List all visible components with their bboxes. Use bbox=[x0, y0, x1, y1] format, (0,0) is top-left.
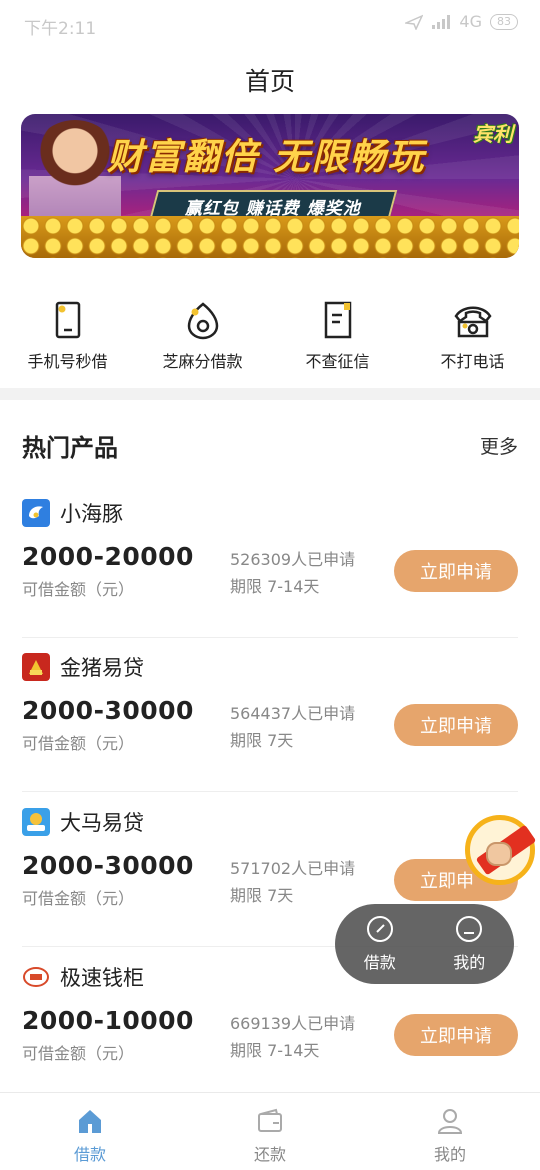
horse-logo-icon bbox=[22, 808, 50, 836]
tab-label: 我的 bbox=[433, 1145, 466, 1164]
loan-term: 期限 7-14天 bbox=[230, 1041, 320, 1060]
person-icon bbox=[437, 1109, 463, 1134]
dolphin-logo-icon bbox=[22, 499, 50, 527]
sesame-icon bbox=[187, 302, 218, 340]
banner-logo: 宾利 bbox=[473, 122, 513, 146]
amount-label: 可借金额（元） bbox=[22, 1044, 135, 1063]
product-name: 大马易贷 bbox=[60, 811, 144, 835]
quick-item-sesame-loan[interactable]: 芝麻分借款 bbox=[135, 300, 270, 380]
floating-promo-badge[interactable] bbox=[465, 815, 537, 885]
apply-button[interactable]: 立即申请 bbox=[394, 1014, 518, 1056]
quick-label: 不打电话 bbox=[440, 352, 505, 371]
more-link[interactable]: 更多 bbox=[480, 432, 518, 459]
product-card[interactable]: 小海豚 2000-20000 可借金额（元） 526309人已申请 期限 7-1… bbox=[22, 498, 518, 638]
section-title: 热门产品 bbox=[22, 434, 118, 462]
floating-menu-mine[interactable]: 我的 bbox=[453, 915, 485, 973]
floating-menu: 借款 我的 bbox=[335, 904, 514, 984]
product-amount: 2000-30000 bbox=[22, 851, 194, 880]
product-amount: 2000-30000 bbox=[22, 696, 194, 725]
battery-indicator: 83 bbox=[490, 13, 518, 30]
product-amount: 2000-20000 bbox=[22, 542, 194, 571]
banner-headline: 财富翻倍 无限畅玩 bbox=[107, 137, 426, 178]
amount-label: 可借金额（元） bbox=[22, 580, 135, 599]
status-indicators: 4G 83 bbox=[405, 12, 518, 31]
quick-label: 不查征信 bbox=[305, 352, 370, 371]
money-cabinet-logo-icon bbox=[22, 963, 50, 991]
product-name: 极速钱柜 bbox=[60, 966, 144, 990]
hot-products-header: 热门产品 更多 bbox=[22, 428, 518, 463]
floating-menu-loan[interactable]: 借款 bbox=[364, 915, 396, 973]
tab-mine[interactable]: 我的 bbox=[360, 1093, 540, 1170]
amount-label: 可借金额（元） bbox=[22, 889, 135, 908]
banner-ribbon-text: 赢红包 赚话费 爆奖池 bbox=[185, 198, 361, 219]
product-card[interactable]: 金猪易贷 2000-30000 可借金额（元） 564437人已申请 期限 7天… bbox=[22, 652, 518, 792]
tab-label: 借款 bbox=[73, 1145, 106, 1164]
divider bbox=[22, 637, 518, 638]
divider bbox=[22, 791, 518, 792]
product-name-row: 极速钱柜 bbox=[22, 962, 144, 992]
user-circle-icon bbox=[456, 916, 483, 942]
signal-icon bbox=[432, 14, 451, 29]
floating-menu-label: 我的 bbox=[453, 953, 486, 972]
quick-nav: 手机号秒借 芝麻分借款 不查征信 不打电话 bbox=[0, 300, 540, 380]
quick-item-phone-loan[interactable]: 手机号秒借 bbox=[0, 300, 135, 380]
wallet-icon bbox=[258, 1108, 282, 1132]
product-amount: 2000-10000 bbox=[22, 1006, 194, 1035]
loan-term: 期限 7天 bbox=[230, 731, 294, 750]
airplane-icon bbox=[405, 14, 424, 30]
product-name-row: 大马易贷 bbox=[22, 807, 144, 837]
quick-label: 手机号秒借 bbox=[27, 352, 108, 371]
quick-label: 芝麻分借款 bbox=[162, 352, 243, 371]
status-time: 下午2:11 bbox=[24, 19, 97, 39]
section-divider bbox=[0, 388, 540, 400]
loan-term: 期限 7天 bbox=[230, 886, 294, 905]
phone-icon bbox=[55, 301, 80, 339]
banner-coins-image bbox=[21, 216, 519, 258]
golden-pig-logo-icon bbox=[22, 653, 50, 681]
compass-icon bbox=[366, 916, 393, 942]
product-name: 金猪易贷 bbox=[60, 656, 144, 680]
product-name-row: 小海豚 bbox=[22, 498, 123, 528]
applied-count: 571702人已申请 bbox=[230, 859, 356, 878]
telephone-icon bbox=[453, 306, 492, 338]
promo-banner[interactable]: 财富翻倍 无限畅玩 宾利 赢红包 赚话费 爆奖池 bbox=[21, 114, 519, 258]
home-icon bbox=[79, 1110, 101, 1133]
page-title: 首页 bbox=[244, 67, 295, 96]
document-icon bbox=[324, 301, 351, 339]
status-bar: 下午2:11 4G 83 bbox=[0, 0, 540, 48]
floating-menu-label: 借款 bbox=[363, 953, 396, 972]
applied-count: 564437人已申请 bbox=[230, 704, 356, 723]
quick-item-no-phone-call[interactable]: 不打电话 bbox=[405, 300, 540, 380]
badge-hand-icon bbox=[486, 842, 512, 866]
quick-item-no-credit-check[interactable]: 不查征信 bbox=[270, 300, 405, 380]
apply-button[interactable]: 立即申请 bbox=[394, 550, 518, 592]
applied-count: 526309人已申请 bbox=[230, 550, 356, 569]
tab-loan[interactable]: 借款 bbox=[0, 1093, 180, 1170]
product-name-row: 金猪易贷 bbox=[22, 652, 144, 682]
loan-term: 期限 7-14天 bbox=[230, 577, 320, 596]
tab-label: 还款 bbox=[253, 1145, 286, 1164]
apply-button[interactable]: 立即申请 bbox=[394, 704, 518, 746]
applied-count: 669139人已申请 bbox=[230, 1014, 356, 1033]
bottom-tab-bar: 借款 还款 我的 bbox=[0, 1092, 540, 1170]
amount-label: 可借金额（元） bbox=[22, 734, 135, 753]
network-label: 4G bbox=[459, 12, 482, 31]
tab-repay[interactable]: 还款 bbox=[180, 1093, 360, 1170]
product-name: 小海豚 bbox=[60, 502, 123, 526]
